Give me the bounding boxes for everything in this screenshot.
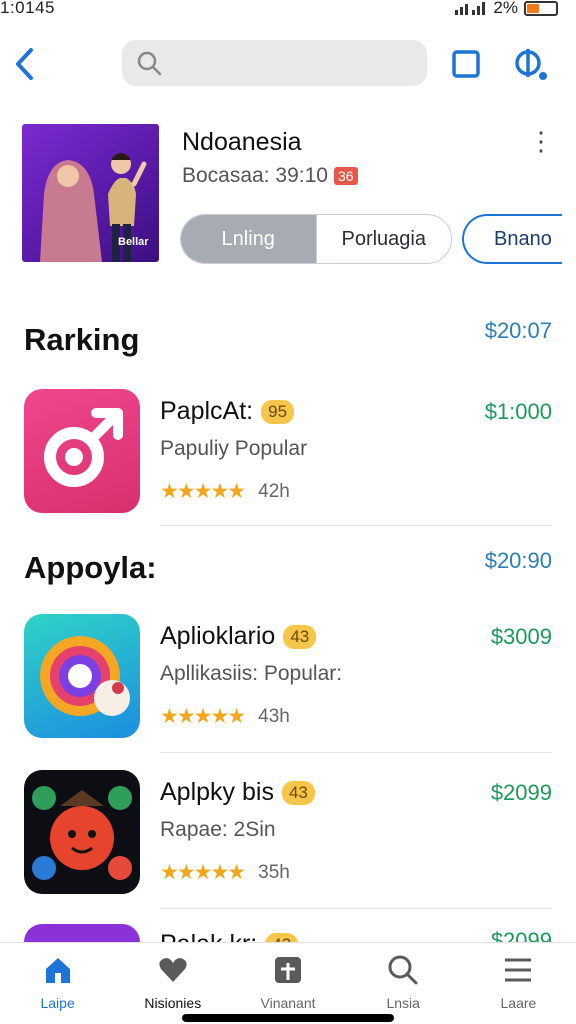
app-name-text: Aplioklario — [160, 622, 276, 650]
search-icon — [137, 51, 162, 76]
gender-symbol-icon — [24, 389, 140, 513]
purple-app-icon — [24, 924, 140, 944]
app-review-count: 43h — [258, 705, 290, 727]
app-name-text: Aplpky bis — [160, 778, 274, 806]
colorful-swirl-icon — [24, 614, 140, 738]
star-rating-icon: ★★★★★ — [160, 705, 246, 728]
cartoon-character-icon — [24, 770, 140, 894]
app-name-text: PaplcAt: — [160, 397, 254, 425]
status-bar: 1:0145 2% — [0, 0, 576, 22]
header-badge: 36 — [333, 167, 358, 185]
segment-1[interactable]: Lnling — [181, 215, 316, 263]
outline-button[interactable]: Bnano — [462, 214, 562, 264]
app-name: Aplpky bis 43 — [160, 778, 315, 807]
tab-add[interactable]: Vinanant — [230, 943, 345, 1024]
hero-caption: Bellar — [118, 236, 149, 248]
section-price-1: $20:07 — [484, 318, 552, 343]
app-price[interactable]: $1:000 — [485, 399, 552, 425]
signal-icon — [455, 2, 486, 15]
list-item[interactable]: Aplioklario 43 Apllikasiis: Popular: ★★★… — [24, 614, 552, 738]
header-subtitle: Bocasaa: 39:10 36 — [182, 164, 358, 188]
tab-search[interactable]: Lnsia — [346, 943, 461, 1024]
more-button[interactable]: ⋮ — [528, 128, 554, 158]
tab-bar: Laipe Nisionies Vinanant Lnsia Laare — [0, 942, 576, 1024]
heart-icon — [156, 953, 190, 987]
app-badge: 43 — [281, 780, 315, 805]
segment-2[interactable]: Porluagia — [315, 215, 452, 263]
section-title-2: Appoyla: — [24, 550, 157, 585]
list-item[interactable]: Aplpky bis 43 Rapae: 2Sin ★★★★★ 35h $209… — [24, 770, 552, 894]
status-icons: 2% — [453, 0, 558, 18]
section-price-2: $20:90 — [484, 548, 552, 573]
gear-icon — [515, 49, 547, 80]
tab-home[interactable]: Laipe — [0, 943, 115, 1024]
home-indicator[interactable] — [182, 1014, 394, 1022]
app-subtitle: Rapae: 2Sin — [160, 818, 276, 841]
app-name: Aplioklario 43 — [160, 622, 317, 651]
header-card: Bellar Ndoanesia ⋮ Bocasaa: 39:10 36 Lnl… — [22, 124, 562, 266]
tab-favorites[interactable]: Nisionies — [115, 943, 230, 1024]
app-badge: 43 — [283, 624, 317, 649]
tab-label: Lnsia — [386, 995, 420, 1011]
tab-menu[interactable]: Laare — [461, 943, 576, 1024]
app-rating: ★★★★★ 42h — [160, 479, 290, 504]
app-price[interactable]: $3009 — [491, 624, 552, 650]
list-item[interactable]: PaplcAt: 95 Papuliy Popular ★★★★★ 42h $1… — [24, 389, 552, 513]
star-rating-icon: ★★★★★ — [160, 480, 246, 503]
back-button[interactable] — [8, 44, 42, 84]
battery-percent: 2% — [493, 0, 518, 17]
chevron-left-icon — [16, 48, 33, 80]
segmented-control: Lnling Porluagia — [180, 214, 452, 264]
settings-button[interactable] — [508, 44, 552, 84]
app-rating: ★★★★★ 35h — [160, 860, 290, 885]
app-rating: ★★★★★ 43h — [160, 704, 290, 729]
tab-label: Vinanant — [260, 995, 316, 1011]
page-title: Ndoanesia — [182, 128, 302, 156]
header-subtitle-text: Bocasaa: 39:10 — [182, 164, 328, 187]
divider — [160, 525, 552, 526]
app-subtitle: Apllikasiis: Popular: — [160, 662, 343, 685]
app-subtitle: Papuliy Popular — [160, 437, 308, 460]
divider — [160, 752, 552, 753]
star-rating-icon: ★★★★★ — [160, 861, 246, 884]
app-review-count: 35h — [258, 861, 290, 883]
menu-icon — [501, 953, 535, 987]
list-item[interactable]: Palak kr: 43 $2099 — [24, 924, 552, 944]
square-icon — [452, 50, 480, 78]
app-badge: 95 — [261, 399, 295, 424]
plus-box-icon — [271, 953, 305, 987]
app-review-count: 42h — [258, 480, 290, 502]
divider — [160, 908, 552, 909]
app-price[interactable]: $2099 — [491, 780, 552, 806]
square-button[interactable] — [448, 46, 484, 82]
tab-label: Laare — [500, 995, 537, 1011]
app-name: PaplcAt: 95 — [160, 397, 295, 426]
section-title-1: Rarking — [24, 322, 140, 357]
hero-image[interactable]: Bellar — [22, 124, 159, 262]
top-nav — [0, 38, 576, 90]
tab-label: Nisionies — [144, 995, 202, 1011]
search-input[interactable] — [170, 52, 410, 74]
home-icon — [41, 953, 75, 987]
search-bar[interactable] — [122, 40, 427, 86]
search-icon — [386, 953, 420, 987]
status-time: 1:0145 — [0, 0, 55, 17]
battery-icon — [524, 0, 558, 16]
tab-label: Laipe — [40, 995, 75, 1011]
